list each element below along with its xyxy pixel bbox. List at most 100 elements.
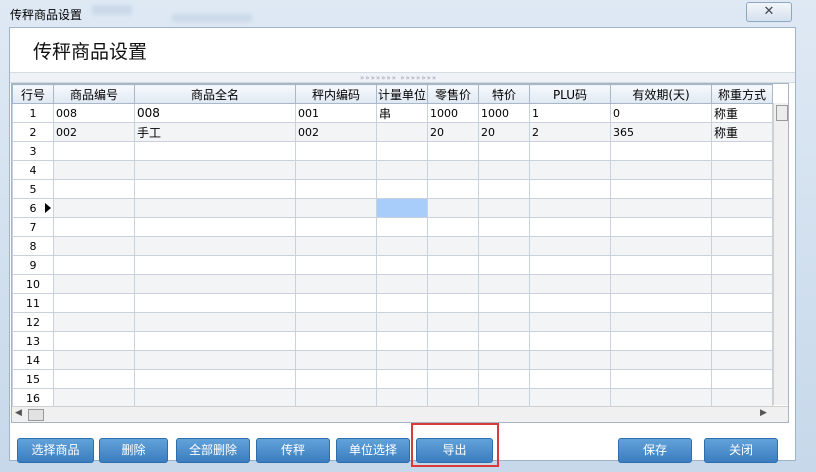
table-cell[interactable] xyxy=(427,217,479,237)
table-cell[interactable] xyxy=(134,293,296,313)
table-cell[interactable] xyxy=(711,160,773,180)
table-cell[interactable] xyxy=(478,388,530,408)
table-cell[interactable] xyxy=(529,198,611,218)
table-cell[interactable] xyxy=(376,331,428,351)
table-row[interactable]: 14 xyxy=(12,350,773,370)
table-cell[interactable] xyxy=(610,198,712,218)
table-cell[interactable] xyxy=(529,236,611,256)
row-number[interactable]: 14 xyxy=(12,350,54,370)
table-row[interactable]: 11 xyxy=(12,293,773,313)
table-cell[interactable] xyxy=(711,198,773,218)
table-cell[interactable] xyxy=(529,369,611,389)
table-cell[interactable] xyxy=(610,217,712,237)
table-cell[interactable] xyxy=(529,293,611,313)
row-number[interactable]: 12 xyxy=(12,312,54,332)
row-number[interactable]: 2 xyxy=(12,122,54,142)
table-cell[interactable] xyxy=(427,388,479,408)
table-cell[interactable] xyxy=(53,141,135,161)
close-button[interactable]: 关闭 xyxy=(704,438,778,463)
table-cell[interactable] xyxy=(427,274,479,294)
table-cell[interactable] xyxy=(53,388,135,408)
table-cell[interactable] xyxy=(376,160,428,180)
table-cell[interactable] xyxy=(427,179,479,199)
table-cell[interactable] xyxy=(427,350,479,370)
table-cell[interactable] xyxy=(711,255,773,275)
save-button[interactable]: 保存 xyxy=(618,438,692,463)
table-cell[interactable]: 称重 xyxy=(711,103,773,123)
table-cell[interactable] xyxy=(295,217,377,237)
table-cell[interactable] xyxy=(376,122,428,142)
table-cell[interactable] xyxy=(711,312,773,332)
table-cell[interactable] xyxy=(134,217,296,237)
row-number[interactable]: 13 xyxy=(12,331,54,351)
table-cell[interactable] xyxy=(610,388,712,408)
table-cell[interactable] xyxy=(529,179,611,199)
table-cell[interactable]: 称重 xyxy=(711,122,773,142)
table-row[interactable]: 2 002 手工 002 20 20 2 365 称重 xyxy=(12,122,773,142)
table-cell[interactable] xyxy=(529,388,611,408)
table-cell[interactable]: 001 xyxy=(295,103,377,123)
table-cell[interactable] xyxy=(711,274,773,294)
table-cell[interactable] xyxy=(295,198,377,218)
row-number[interactable]: 16 xyxy=(12,388,54,408)
table-row[interactable]: 12 xyxy=(12,312,773,332)
table-cell[interactable] xyxy=(427,255,479,275)
table-cell[interactable] xyxy=(427,369,479,389)
table-cell[interactable]: 串 xyxy=(376,103,428,123)
table-cell[interactable]: 008 xyxy=(53,103,135,123)
table-cell[interactable]: 1000 xyxy=(478,103,530,123)
table-cell[interactable]: 手工 xyxy=(134,122,296,142)
table-cell[interactable] xyxy=(478,236,530,256)
table-cell[interactable] xyxy=(295,160,377,180)
splitter-bar[interactable]: »»»»»»» »»»»»»» xyxy=(10,72,795,83)
table-cell[interactable] xyxy=(529,141,611,161)
table-cell[interactable] xyxy=(478,369,530,389)
table-cell[interactable] xyxy=(53,350,135,370)
table-cell[interactable] xyxy=(610,141,712,161)
table-row[interactable]: 1 008 008 001 串 1000 1000 1 0 称重 xyxy=(12,103,773,123)
table-cell[interactable] xyxy=(134,255,296,275)
table-cell[interactable] xyxy=(376,198,428,218)
table-cell[interactable] xyxy=(427,160,479,180)
table-cell[interactable] xyxy=(711,217,773,237)
table-cell[interactable] xyxy=(53,179,135,199)
table-cell[interactable] xyxy=(478,274,530,294)
scroll-left-icon[interactable]: ◀ xyxy=(15,408,22,418)
table-cell[interactable] xyxy=(610,255,712,275)
table-cell[interactable]: 002 xyxy=(53,122,135,142)
column-header[interactable]: 计量单位 xyxy=(376,84,428,104)
table-cell[interactable] xyxy=(478,160,530,180)
table-cell[interactable] xyxy=(134,331,296,351)
row-number[interactable]: 1 xyxy=(12,103,54,123)
table-cell[interactable] xyxy=(711,293,773,313)
window-close-button[interactable]: ✕ xyxy=(746,2,792,22)
table-cell[interactable] xyxy=(134,160,296,180)
table-cell[interactable] xyxy=(295,312,377,332)
table-cell[interactable] xyxy=(529,217,611,237)
table-cell[interactable] xyxy=(478,198,530,218)
table-cell[interactable] xyxy=(427,293,479,313)
row-number[interactable]: 11 xyxy=(12,293,54,313)
table-cell[interactable] xyxy=(295,388,377,408)
table-cell[interactable] xyxy=(376,312,428,332)
row-number[interactable]: 5 xyxy=(12,179,54,199)
column-header[interactable]: 特价 xyxy=(478,84,530,104)
scroll-right-icon[interactable]: ▶ xyxy=(760,408,767,418)
table-cell[interactable]: 0 xyxy=(610,103,712,123)
table-cell[interactable] xyxy=(134,388,296,408)
column-header[interactable]: 商品全名 xyxy=(134,84,296,104)
table-cell[interactable]: 008 xyxy=(134,103,296,123)
table-cell[interactable] xyxy=(295,350,377,370)
column-header[interactable]: 有效期(天) xyxy=(610,84,712,104)
table-cell[interactable] xyxy=(295,293,377,313)
table-cell[interactable] xyxy=(53,236,135,256)
table-cell[interactable]: 20 xyxy=(427,122,479,142)
table-cell[interactable] xyxy=(376,293,428,313)
table-cell[interactable] xyxy=(376,217,428,237)
horizontal-scrollbar[interactable]: ◀ ▶ xyxy=(12,406,788,422)
column-header[interactable]: PLU码 xyxy=(529,84,611,104)
table-cell[interactable] xyxy=(610,160,712,180)
table-row[interactable]: 13 xyxy=(12,331,773,351)
table-cell[interactable] xyxy=(295,141,377,161)
table-cell[interactable] xyxy=(610,293,712,313)
